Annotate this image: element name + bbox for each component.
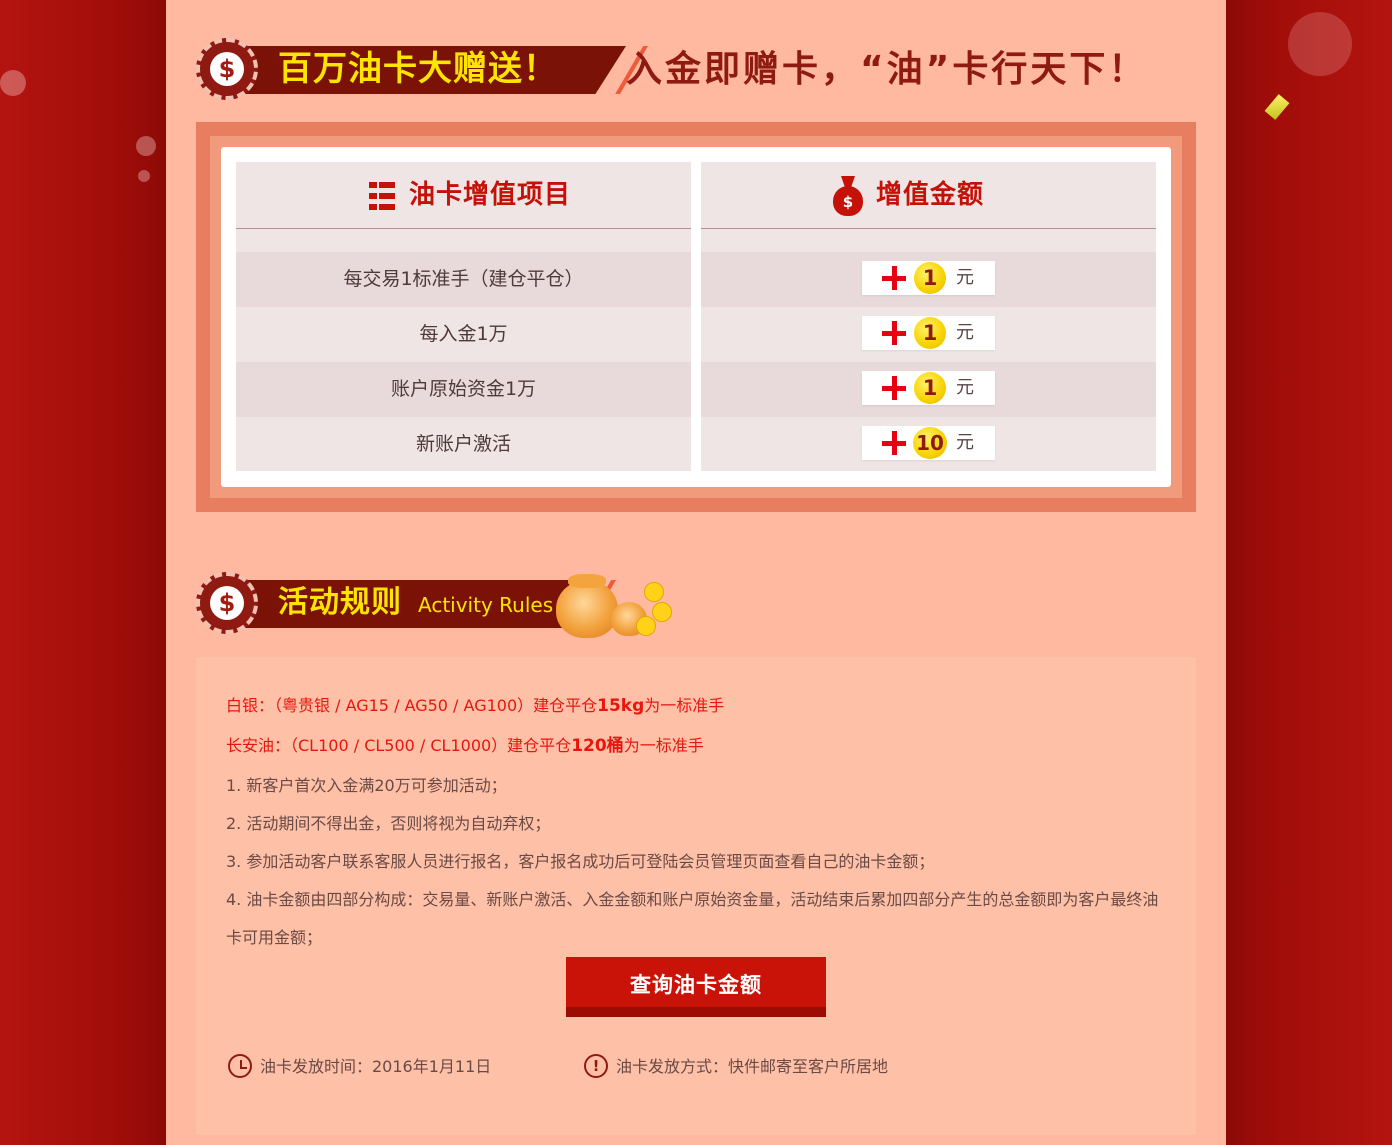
sparkle-decoration [138, 170, 150, 182]
table-header-items-label: 油卡增值项目 [409, 180, 572, 210]
rule-silver-prefix: 白银：（粤贵银 / AG15 / AG50 / AG100）建仓平仓 [226, 696, 598, 715]
rule-item: 1. 新客户首次入金满20万可参加活动； [226, 776, 507, 795]
main-panel: $ 百万油卡大赠送！ 入金即赠卡，“油”卡行天下！ 油卡增值项目 每交易1标准手… [166, 0, 1226, 1145]
rules-box: 白银：（粤贵银 / AG15 / AG50 / AG100）建仓平仓15kg为一… [196, 657, 1196, 1135]
table-row: 1 元 [701, 252, 1156, 307]
issue-time-text: 油卡发放时间：2016年1月11日 [260, 1057, 492, 1076]
table-row: 10 元 [701, 417, 1156, 472]
money-bag-icon: $ [833, 174, 863, 216]
rule-silver-bold: 15kg [597, 696, 645, 716]
rule-silver: 白银：（粤贵银 / AG15 / AG50 / AG100）建仓平仓15kg为一… [226, 695, 724, 717]
row-item-label: 每入金1万 [419, 323, 508, 345]
table-row: 每入金1万 [236, 307, 691, 362]
rule-oil-suffix: 为一标准手 [623, 736, 704, 755]
table-row: 1 元 [701, 307, 1156, 362]
dollar-chip-icon: $ [196, 38, 258, 100]
amount-unit: 元 [956, 267, 974, 288]
table-header-amounts: $ 增值金额 [701, 162, 1156, 229]
rule-item: 卡可用金额； [226, 928, 323, 947]
table-column-amounts: $ 增值金额 1 元 1 元 1 元 10 元 [701, 162, 1156, 471]
list-icon [369, 182, 395, 210]
coin-icon: 1 [914, 317, 946, 349]
amount-pill: 1 元 [862, 316, 995, 350]
table-column-items: 油卡增值项目 每交易1标准手（建仓平仓） 每入金1万 账户原始资金1万 新账户激… [236, 162, 691, 471]
table-row: 账户原始资金1万 [236, 362, 691, 417]
rule-item: 4. 油卡金额由四部分构成：交易量、新账户激活、入金金额和账户原始资金量，活动结… [226, 890, 1159, 909]
exclamation-icon: ! [584, 1054, 608, 1078]
right-background [1226, 0, 1392, 1145]
rules-title: 活动规则 [278, 585, 402, 620]
issue-method-text: 油卡发放方式：快件邮寄至客户所居地 [616, 1057, 889, 1076]
amount-pill: 1 元 [862, 261, 995, 295]
value-table: 油卡增值项目 每交易1标准手（建仓平仓） 每入金1万 账户原始资金1万 新账户激… [221, 147, 1171, 487]
amount-pill: 1 元 [862, 371, 995, 405]
table-row: 每交易1标准手（建仓平仓） [236, 252, 691, 307]
amount-unit: 元 [956, 377, 974, 398]
promo-slogan: 入金即赠卡，“油”卡行天下！ [626, 49, 1148, 90]
rules-title-en: Activity Rules [418, 593, 554, 617]
promo-title: 百万油卡大赠送！ [278, 49, 558, 89]
query-card-amount-button[interactable]: 查询油卡金额 [566, 957, 826, 1017]
coin-icon: 1 [914, 262, 946, 294]
row-item-label: 账户原始资金1万 [390, 378, 537, 400]
rule-item: 2. 活动期间不得出金，否则将视为自动弃权； [226, 814, 551, 833]
rule-oil-bold: 120桶 [571, 736, 624, 756]
money-bags-icon [556, 572, 676, 642]
coin-icon: 1 [914, 372, 946, 404]
rule-item: 3. 参加活动客户联系客服人员进行报名，客户报名成功后可登陆会员管理页面查看自己… [226, 852, 935, 871]
sparkle-decoration [1288, 12, 1352, 76]
rule-silver-suffix: 为一标准手 [644, 696, 725, 715]
table-row: 1 元 [701, 362, 1156, 417]
row-item-label: 新账户激活 [415, 433, 511, 455]
rule-oil-prefix: 长安油：（CL100 / CL500 / CL1000）建仓平仓 [226, 736, 572, 755]
amount-pill: 10 元 [862, 426, 995, 460]
coin-icon: 10 [913, 427, 947, 459]
sparkle-decoration [136, 136, 156, 156]
sparkle-decoration [0, 70, 26, 96]
table-row: 新账户激活 [236, 417, 691, 472]
rules-header: $ 活动规则 Activity Rules [196, 572, 716, 638]
clock-icon [228, 1054, 252, 1078]
table-header-amounts-label: 增值金额 [876, 180, 985, 210]
table-header-items: 油卡增值项目 [236, 162, 691, 229]
amount-unit: 元 [956, 432, 974, 453]
amount-unit: 元 [956, 322, 974, 343]
dollar-chip-icon: $ [196, 572, 258, 634]
row-item-label: 每交易1标准手（建仓平仓） [343, 268, 584, 290]
value-table-frame: 油卡增值项目 每交易1标准手（建仓平仓） 每入金1万 账户原始资金1万 新账户激… [196, 122, 1196, 512]
rule-oil: 长安油：（CL100 / CL500 / CL1000）建仓平仓120桶为一标准… [226, 735, 704, 757]
